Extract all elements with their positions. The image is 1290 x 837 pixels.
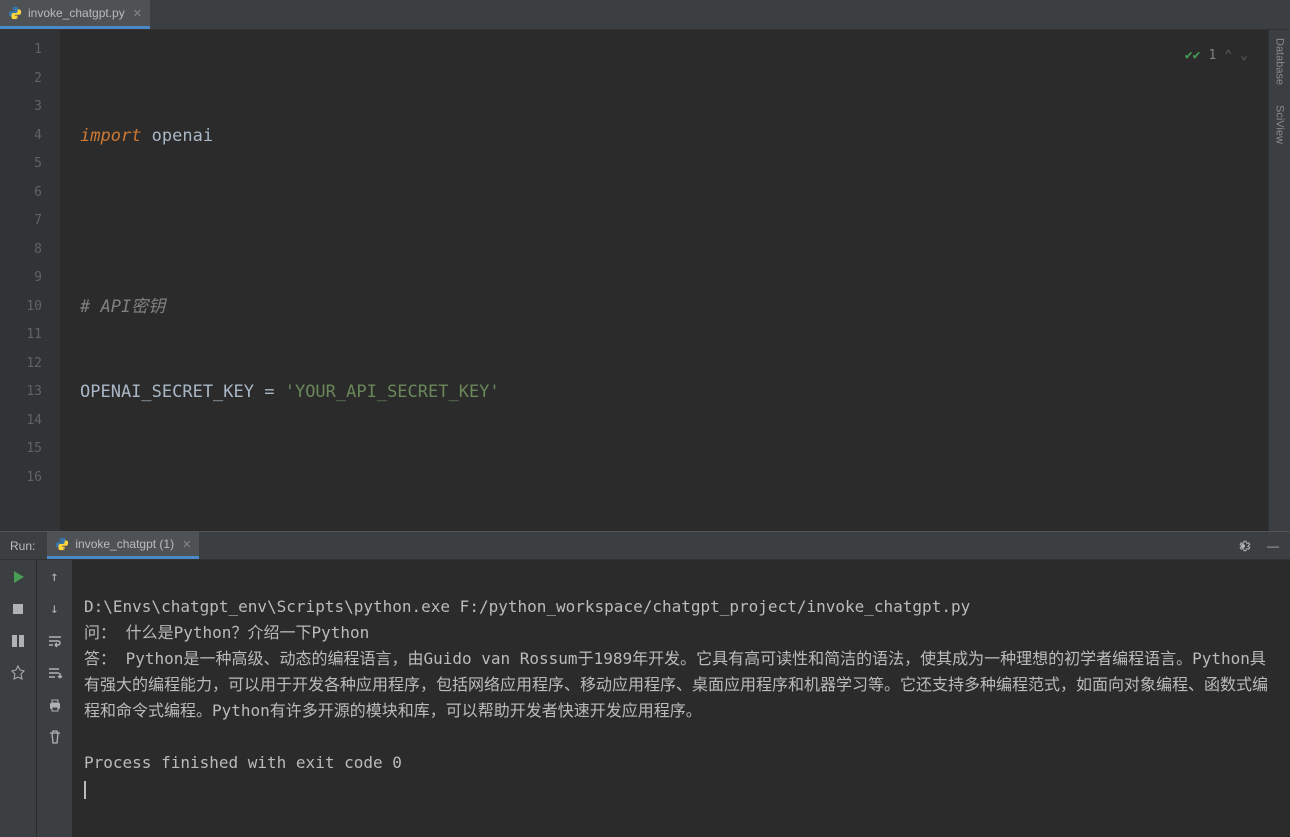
line-number: 11 [6,321,42,350]
pin-icon[interactable] [9,664,27,682]
run-toolbar-center: ↑ ↓ [36,560,72,837]
line-number: 4 [6,122,42,151]
stop-button[interactable] [9,600,27,618]
run-tab-label: invoke_chatgpt (1) [75,537,174,551]
database-tab[interactable]: Database [1274,38,1286,85]
close-icon[interactable]: ✕ [182,538,191,551]
run-tool-window: Run: invoke_chatgpt (1) ✕ — ↑ ↓ D [0,531,1290,837]
line-number: 5 [6,150,42,179]
code-line[interactable] [80,207,1268,236]
line-number: 10 [6,293,42,322]
console-q-text: 什么是Python？介绍一下Python [126,623,370,642]
line-number: 7 [6,207,42,236]
line-number: 2 [6,65,42,94]
python-file-icon [8,6,22,20]
inspection-widget[interactable]: ✔✔ 1 ⌃ ⌄ [1185,42,1248,71]
line-number: 1 [6,36,42,65]
console-output[interactable]: D:\Envs\chatgpt_env\Scripts\python.exe F… [72,560,1290,837]
close-icon[interactable]: ✕ [133,7,142,20]
code-line[interactable]: import openai [80,122,1268,151]
arrow-down-icon[interactable]: ↓ [46,600,64,618]
run-button[interactable] [9,568,27,586]
console-a-label: 答： [84,649,126,668]
line-number: 9 [6,264,42,293]
code-line[interactable]: OPENAI_SECRET_KEY = 'YOUR_API_SECRET_KEY… [80,378,1268,407]
gear-icon[interactable] [1234,537,1252,555]
run-config-tab[interactable]: invoke_chatgpt (1) ✕ [47,532,199,559]
code-line[interactable] [80,464,1268,493]
sciview-tab[interactable]: SciView [1274,105,1286,144]
line-number: 14 [6,407,42,436]
editor-tab[interactable]: invoke_chatgpt.py ✕ [0,0,150,29]
line-number: 16 [6,464,42,493]
run-label: Run: [10,539,35,553]
text-cursor [84,781,86,799]
trash-icon[interactable] [46,728,64,746]
chevron-down-icon[interactable]: ⌄ [1240,42,1248,71]
run-toolbar-left [0,560,36,837]
wrap-icon[interactable] [46,632,64,650]
python-file-icon [55,537,69,551]
line-number: 3 [6,93,42,122]
arrow-up-icon[interactable]: ↑ [46,568,64,586]
line-number: 8 [6,236,42,265]
minimize-icon[interactable]: — [1264,537,1282,555]
editor-tab-label: invoke_chatgpt.py [28,6,125,20]
print-icon[interactable] [46,696,64,714]
console-command: D:\Envs\chatgpt_env\Scripts\python.exe F… [84,597,970,616]
console-q-label: 问： [84,623,126,642]
layout-icon[interactable] [9,632,27,650]
line-number-gutter: 1 2 3 4 5 6 7 8 9 10 11 12 13 14 15 16 [0,30,60,531]
check-icon: ✔✔ [1185,42,1201,71]
line-number: 13 [6,378,42,407]
line-number: 15 [6,435,42,464]
editor-tabs-bar: invoke_chatgpt.py ✕ [0,0,1290,30]
line-number: 12 [6,350,42,379]
console-a-text: Python是一种高级、动态的编程语言，由Guido van Rossum于19… [84,649,1268,720]
right-tool-rail: Database SciView [1268,30,1290,531]
scroll-icon[interactable] [46,664,64,682]
inspection-count: 1 [1209,42,1217,71]
run-header: Run: invoke_chatgpt (1) ✕ — [0,532,1290,560]
code-line[interactable]: # API密钥 [80,293,1268,322]
chevron-up-icon[interactable]: ⌃ [1224,42,1232,71]
editor-area[interactable]: 1 2 3 4 5 6 7 8 9 10 11 12 13 14 15 16 ✔… [0,30,1268,531]
line-number: 6 [6,179,42,208]
code-editor[interactable]: ✔✔ 1 ⌃ ⌄ import openai # API密钥 OPENAI_SE… [60,30,1268,531]
console-exit: Process finished with exit code 0 [84,753,402,772]
